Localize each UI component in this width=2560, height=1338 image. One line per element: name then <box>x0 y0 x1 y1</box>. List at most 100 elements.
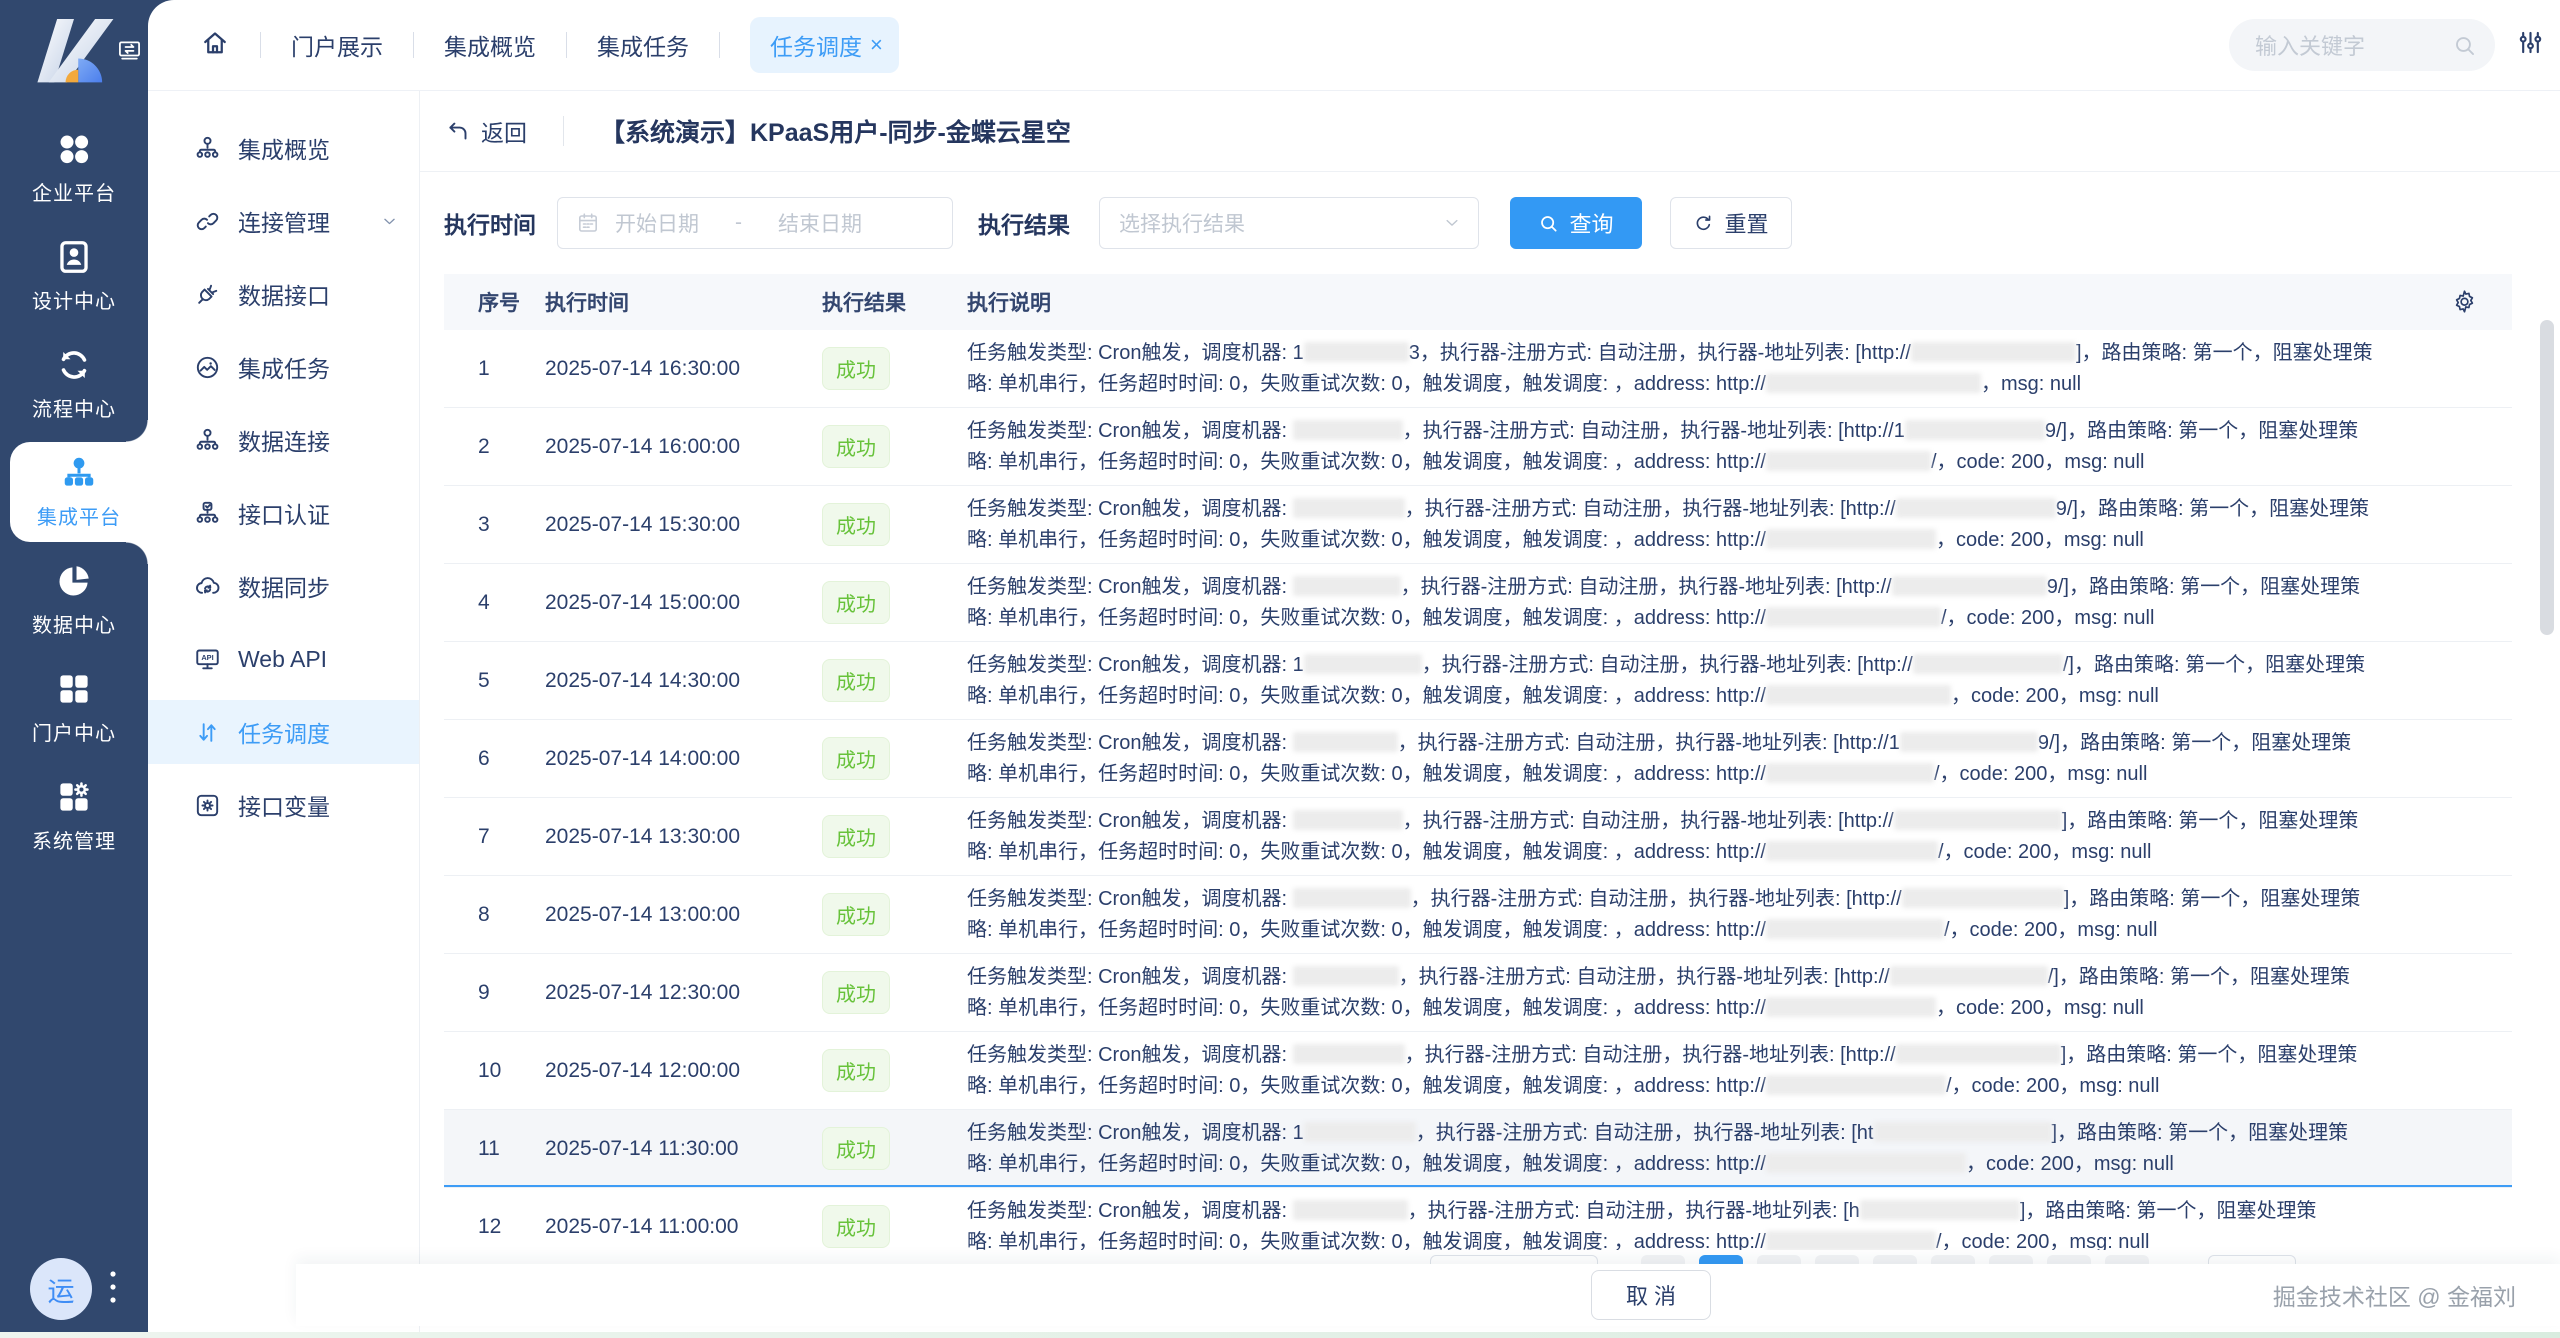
cancel-button[interactable]: 取 消 <box>1591 1270 1711 1320</box>
date-range-picker[interactable]: 开始日期 - 结束日期 <box>557 197 953 249</box>
sidebar-item-集成任务[interactable]: 集成任务 <box>148 335 419 399</box>
result-select[interactable]: 选择执行结果 <box>1099 197 1479 249</box>
row-exec-detail: 任务触发类型: Cron触发，调度机器: ，执行器-注册方式: 自动注册，执行器… <box>967 884 2482 946</box>
sidebar-item-接口变量[interactable]: 接口变量 <box>148 773 419 837</box>
home-button[interactable] <box>200 28 230 63</box>
primary-sidebar: 企业平台设计中心流程中心集成平台数据中心门户中心系统管理 运 <box>0 0 148 1338</box>
result-select-placeholder: 选择执行结果 <box>1119 208 1442 238</box>
avatar[interactable]: 运 <box>30 1258 92 1320</box>
status-badge: 成功 <box>822 347 890 390</box>
table-row[interactable]: 52025-07-14 14:30:00成功任务触发类型: Cron触发，调度机… <box>444 642 2512 720</box>
row-index: 12 <box>478 1215 545 1239</box>
close-tab-icon[interactable]: × <box>870 34 883 56</box>
table-row[interactable]: 22025-07-14 16:00:00成功任务触发类型: Cron触发，调度机… <box>444 408 2512 486</box>
sidebar-item-label: 接口变量 <box>238 788 330 822</box>
sidebar-item-label: 门户中心 <box>32 717 116 746</box>
cloud-sync-icon <box>194 573 221 600</box>
row-exec-detail: 任务触发类型: Cron触发，调度机器: ，执行器-注册方式: 自动注册，执行器… <box>967 572 2482 634</box>
sidebar-item-企业平台[interactable]: 企业平台 <box>0 114 148 222</box>
execution-log-table: 序号 执行时间 执行结果 执行说明 12025-07-14 16:30:00成功… <box>444 274 2512 1250</box>
redacted-text <box>1896 498 2056 518</box>
detail-line-1: 任务触发类型: Cron触发，调度机器: 1，执行器-注册方式: 自动注册，执行… <box>967 1118 2482 1149</box>
tab-label: 门户展示 <box>291 34 383 60</box>
tab-任务调度[interactable]: 任务调度× <box>750 17 899 73</box>
reset-label: 重置 <box>1724 207 1768 239</box>
table-row[interactable]: 92025-07-14 12:30:00成功任务触发类型: Cron触发，调度机… <box>444 954 2512 1032</box>
row-exec-time: 2025-07-14 12:30:00 <box>545 981 822 1005</box>
panel-toggle-icon[interactable] <box>116 38 143 63</box>
vertical-scrollbar[interactable] <box>2540 320 2554 635</box>
secondary-sidebar: 集成概览连接管理数据接口集成任务数据连接接口认证数据同步 APIWeb API 任务… <box>148 91 420 1332</box>
link-icon <box>194 208 221 235</box>
redacted-text <box>1766 919 1944 939</box>
sidebar-item-数据同步[interactable]: 数据同步 <box>148 554 419 618</box>
column-settings-button[interactable] <box>2451 288 2478 321</box>
sidebar-item-设计中心[interactable]: 设计中心 <box>0 222 148 330</box>
row-exec-detail: 任务触发类型: Cron触发，调度机器: ，执行器-注册方式: 自动注册，执行器… <box>967 806 2482 868</box>
table-row[interactable]: 72025-07-14 13:30:00成功任务触发类型: Cron触发，调度机… <box>444 798 2512 876</box>
tab-门户展示[interactable]: 门户展示 <box>291 28 383 62</box>
table-row[interactable]: 102025-07-14 12:00:00成功任务触发类型: Cron触发，调度… <box>444 1032 2512 1110</box>
row-index: 5 <box>478 669 545 693</box>
sidebar-item-门户中心[interactable]: 门户中心 <box>0 654 148 762</box>
table-row[interactable]: 112025-07-14 11:30:00成功任务触发类型: Cron触发，调度… <box>444 1110 2512 1188</box>
row-exec-detail: 任务触发类型: Cron触发，调度机器: 1，执行器-注册方式: 自动注册，执行… <box>967 1118 2482 1180</box>
row-exec-detail: 任务触发类型: Cron触发，调度机器: 1，执行器-注册方式: 自动注册，执行… <box>967 650 2482 712</box>
redacted-text <box>1293 966 1399 986</box>
row-index: 11 <box>478 1137 545 1161</box>
row-index: 8 <box>478 903 545 927</box>
table-row[interactable]: 62025-07-14 14:00:00成功任务触发类型: Cron触发，调度机… <box>444 720 2512 798</box>
query-button[interactable]: 查询 <box>1510 197 1642 249</box>
back-button[interactable]: 返回 <box>446 114 527 148</box>
tab-集成概览[interactable]: 集成概览 <box>444 28 536 62</box>
table-row[interactable]: 42025-07-14 15:00:00成功任务触发类型: Cron触发，调度机… <box>444 564 2512 642</box>
sidebar-item-label: 设计中心 <box>32 285 116 314</box>
sidebar-item-连接管理[interactable]: 连接管理 <box>148 189 419 253</box>
reset-button[interactable]: 重置 <box>1670 197 1792 249</box>
filter-settings-button[interactable] <box>2517 29 2544 61</box>
row-exec-result: 成功 <box>822 1049 967 1092</box>
sidebar-item-数据中心[interactable]: 数据中心 <box>0 546 148 654</box>
detail-line-2: 略: 单机串行，任务超时时间: 0，失败重试次数: 0，触发调度，触发调度: ，… <box>967 1227 2482 1251</box>
row-exec-result: 成功 <box>822 581 967 624</box>
app-logo[interactable] <box>0 0 148 108</box>
table-header: 序号 执行时间 执行结果 执行说明 <box>444 274 2512 330</box>
sidebar-item-label: 连接管理 <box>238 204 330 238</box>
chevron-down-icon[interactable] <box>380 212 399 231</box>
detail-line-1: 任务触发类型: Cron触发，调度机器: 13，执行器-注册方式: 自动注册，执… <box>967 338 2482 369</box>
sidebar-item-集成概览[interactable]: 集成概览 <box>148 116 419 180</box>
status-badge: 成功 <box>822 581 890 624</box>
sidebar-item-Web API[interactable]: APIWeb API <box>148 627 419 691</box>
row-exec-time: 2025-07-14 16:30:00 <box>545 357 822 381</box>
detail-line-2: 略: 单机串行，任务超时时间: 0，失败重试次数: 0，触发调度，触发调度: ，… <box>967 369 2482 400</box>
row-exec-time: 2025-07-14 13:00:00 <box>545 903 822 927</box>
more-menu[interactable] <box>108 1267 118 1312</box>
sidebar-item-label: 集成任务 <box>238 350 330 384</box>
status-badge: 成功 <box>822 503 890 546</box>
redacted-text <box>1293 1200 1408 1220</box>
table-row[interactable]: 32025-07-14 15:30:00成功任务触发类型: Cron触发，调度机… <box>444 486 2512 564</box>
watermark-text: 掘金技术社区 @ 金福刘 <box>2273 1278 2516 1312</box>
table-row[interactable]: 82025-07-14 13:00:00成功任务触发类型: Cron触发，调度机… <box>444 876 2512 954</box>
table-row[interactable]: 12025-07-14 16:30:00成功任务触发类型: Cron触发，调度机… <box>444 330 2512 408</box>
plug-icon <box>194 281 221 308</box>
status-badge: 成功 <box>822 1049 890 1092</box>
primary-nav: 企业平台设计中心流程中心集成平台数据中心门户中心系统管理 <box>0 114 148 870</box>
row-exec-detail: 任务触发类型: Cron触发，调度机器: ，执行器-注册方式: 自动注册，执行器… <box>967 1196 2482 1251</box>
sidebar-item-系统管理[interactable]: 系统管理 <box>0 762 148 870</box>
sidebar-item-数据接口[interactable]: 数据接口 <box>148 262 419 326</box>
sidebar-item-label: 集成平台 <box>37 501 121 530</box>
tab-集成任务[interactable]: 集成任务 <box>597 28 689 62</box>
row-exec-detail: 任务触发类型: Cron触发，调度机器: 13，执行器-注册方式: 自动注册，执… <box>967 338 2482 400</box>
sidebar-item-任务调度[interactable]: 任务调度 <box>148 700 419 764</box>
bottom-edge-strip <box>0 1332 2560 1338</box>
main-content: 返回 【系统演示】KPaaS用户-同步-金蝶云星空 执行时间 开始日期 - <box>420 91 2560 1332</box>
sidebar-item-接口认证[interactable]: 接口认证 <box>148 481 419 545</box>
redacted-text <box>1304 654 1422 674</box>
sidebar-item-数据连接[interactable]: 数据连接 <box>148 408 419 472</box>
sidebar-item-集成平台[interactable]: 集成平台 <box>10 442 148 542</box>
redacted-text <box>1766 607 1941 627</box>
detail-line-2: 略: 单机串行，任务超时时间: 0，失败重试次数: 0，触发调度，触发调度: ，… <box>967 1149 2482 1180</box>
keyword-search-input[interactable]: 输入关键字 <box>2229 19 2495 71</box>
table-row[interactable]: 122025-07-14 11:00:00成功任务触发类型: Cron触发，调度… <box>444 1188 2512 1250</box>
